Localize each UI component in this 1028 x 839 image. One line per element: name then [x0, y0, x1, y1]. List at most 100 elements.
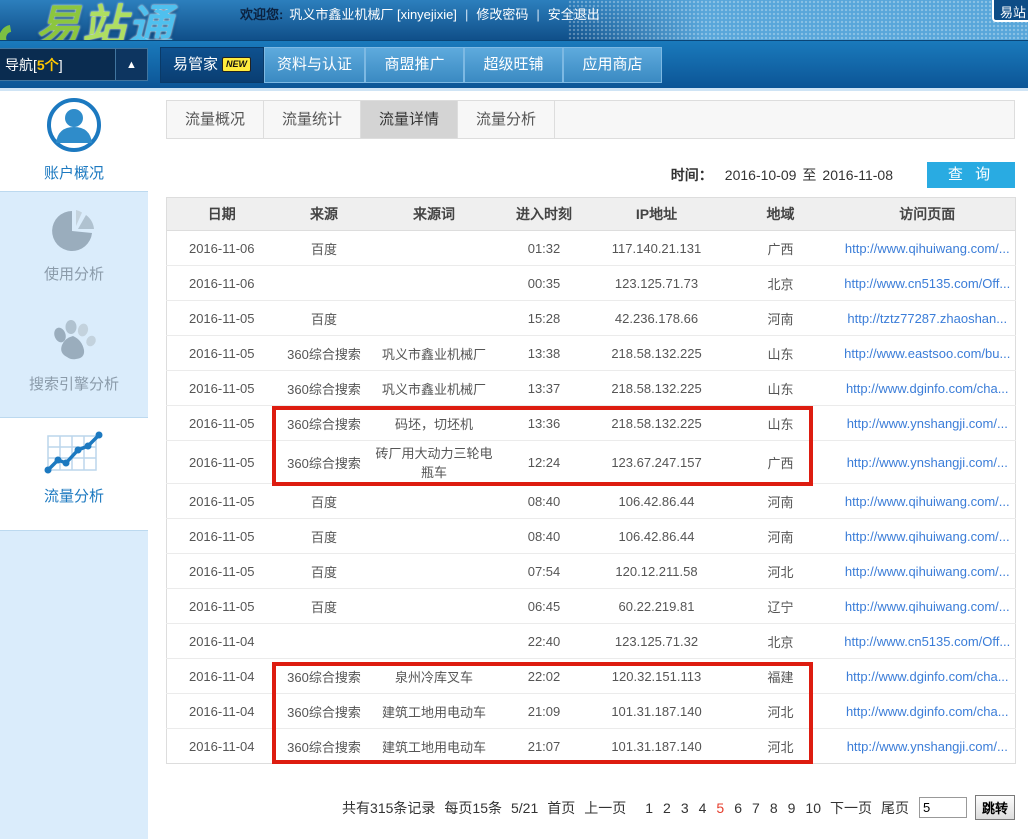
visit-page-link[interactable]: http://www.qihuiwang.com/... — [845, 241, 1010, 256]
tab-traffic-details[interactable]: 流量详情 — [361, 101, 458, 138]
nav-tab[interactable]: 商盟推广 — [365, 47, 464, 83]
divider: | — [536, 7, 539, 22]
table-row: 2016-11-06百度01:32117.140.21.131广西http://… — [167, 231, 1016, 266]
visit-page-link[interactable]: http://www.cn5135.com/Off... — [844, 634, 1010, 649]
paw-icon — [49, 351, 99, 368]
date-filter-row: 时间： 2016-10-09 至 2016-11-08 查 询 — [166, 162, 1015, 188]
column-header-source: 来源 — [277, 198, 372, 231]
new-badge: NEW — [222, 57, 251, 72]
visit-page-link[interactable]: http://tztz77287.zhaoshan... — [847, 311, 1007, 326]
sidebar-item-usage-analysis[interactable]: 使用分析 — [0, 192, 148, 304]
column-header-visited-page: 访问页面 — [840, 198, 1016, 231]
page-number[interactable]: 4 — [699, 800, 707, 816]
sidebar-section: 使用分析 搜索引擎分析 — [0, 191, 148, 418]
table-row: 2016-11-05百度06:4560.22.219.81辽宁http://ww… — [167, 589, 1016, 624]
sidebar-item-traffic-analysis[interactable]: 流量分析 — [0, 418, 148, 530]
first-page-button[interactable]: 首页 — [547, 798, 575, 818]
page-number[interactable]: 7 — [752, 800, 760, 816]
nav-tab[interactable]: 资料与认证 — [264, 47, 365, 83]
visit-page-link[interactable]: http://www.qihuiwang.com/... — [845, 564, 1010, 579]
jump-page-input[interactable] — [919, 797, 967, 818]
sidebar-item-account-overview[interactable]: 账户概况 — [0, 91, 148, 191]
table-row: 2016-11-0422:40123.125.71.32北京http://www… — [167, 624, 1016, 659]
to-date-field[interactable]: 2016-11-08 — [822, 167, 893, 183]
table-row: 2016-11-04360综合搜索泉州冷库叉车22:02120.32.151.1… — [167, 659, 1016, 694]
tab-traffic-statistics[interactable]: 流量统计 — [264, 101, 361, 138]
user-icon — [46, 140, 102, 157]
visit-page-link[interactable]: http://www.dginfo.com/cha... — [846, 704, 1009, 719]
nav-tab-label: 应用商店 — [583, 56, 643, 73]
nav-tab[interactable]: 应用商店 — [563, 47, 662, 83]
visit-page-link[interactable]: http://www.ynshangji.com/... — [847, 739, 1008, 754]
table-row: 2016-11-05百度07:54120.12.211.58河北http://w… — [167, 554, 1016, 589]
page-number[interactable]: 10 — [805, 800, 821, 816]
visit-page-link[interactable]: http://www.eastsoo.com/bu... — [844, 346, 1010, 361]
tab-traffic-analysis[interactable]: 流量分析 — [458, 101, 555, 138]
divider: | — [465, 7, 468, 22]
header-texture — [568, 0, 1028, 40]
table-body: 2016-11-06百度01:32117.140.21.131广西http://… — [167, 231, 1016, 764]
nav-tab[interactable]: 超级旺铺 — [464, 47, 563, 83]
page-number[interactable]: 8 — [770, 800, 778, 816]
logout-link[interactable]: 安全退出 — [548, 7, 600, 22]
column-header-keyword: 来源词 — [372, 198, 497, 231]
visit-page-link[interactable]: http://www.qihuiwang.com/... — [845, 494, 1010, 509]
nav-dropdown[interactable]: 导航[5个] ▲ — [0, 48, 148, 81]
nav-tabs: 易管家 NEW 资料与认证商盟推广 超级旺铺 应用商店 — [160, 47, 662, 83]
column-header-date: 日期 — [167, 198, 277, 231]
nav-tab-label: 超级旺铺 — [484, 56, 544, 73]
nav-tab-label: 易管家 — [173, 56, 218, 73]
page-number[interactable]: 3 — [681, 800, 689, 816]
corner-tab[interactable]: 易站 — [992, 0, 1028, 22]
page-number[interactable]: 9 — [788, 800, 796, 816]
visit-page-link[interactable]: http://www.cn5135.com/Off... — [844, 276, 1010, 291]
column-header-entry-time: 进入时刻 — [497, 198, 592, 231]
jump-button[interactable]: 跳转 — [975, 795, 1015, 820]
prev-page-button[interactable]: 上一页 — [584, 798, 626, 818]
tab-traffic-overview[interactable]: 流量概况 — [167, 101, 264, 138]
sidebar-item-label: 使用分析 — [0, 263, 148, 284]
table-row: 2016-11-05360综合搜索码坯，切坯机13:36218.58.132.2… — [167, 406, 1016, 441]
column-header-ip: IP地址 — [592, 198, 722, 231]
change-password-link[interactable]: 修改密码 — [476, 7, 528, 22]
last-page-button[interactable]: 尾页 — [881, 798, 909, 818]
welcome-user: 巩义市鑫业机械厂 [xinyejixie] — [289, 7, 457, 22]
sidebar-item-label: 流量分析 — [0, 485, 148, 506]
chevron-up-icon[interactable]: ▲ — [115, 49, 147, 80]
table-row: 2016-11-05百度08:40106.42.86.44河南http://ww… — [167, 519, 1016, 554]
table-row: 2016-11-05百度08:40106.42.86.44河南http://ww… — [167, 484, 1016, 519]
next-page-button[interactable]: 下一页 — [830, 798, 872, 818]
per-page-label: 每页15条 — [444, 798, 502, 818]
visit-page-link[interactable]: http://www.dginfo.com/cha... — [846, 669, 1009, 684]
table-row: 2016-11-05百度15:2842.236.178.66河南http://t… — [167, 301, 1016, 336]
sidebar-item-label: 搜索引擎分析 — [0, 373, 148, 394]
page-number[interactable]: 5 — [716, 800, 724, 816]
column-header-region: 地域 — [722, 198, 840, 231]
visit-page-link[interactable]: http://www.ynshangji.com/... — [847, 416, 1008, 431]
visit-page-link[interactable]: http://www.ynshangji.com/... — [847, 455, 1008, 470]
table-header-row: 日期 来源 来源词 进入时刻 IP地址 地域 访问页面 — [167, 198, 1016, 231]
top-header: 易站通 欢迎您:巩义市鑫业机械厂 [xinyejixie]|修改密码|安全退出 … — [0, 0, 1028, 40]
page-number[interactable]: 6 — [734, 800, 742, 816]
main-navbar: 导航[5个] ▲ 易管家 NEW 资料与认证商盟推广 超级旺铺 应用商店 — [0, 40, 1028, 88]
table-row: 2016-11-04360综合搜索建筑工地用电动车21:07101.31.187… — [167, 729, 1016, 764]
visit-page-link[interactable]: http://www.qihuiwang.com/... — [845, 599, 1010, 614]
welcome-bar: 欢迎您:巩义市鑫业机械厂 [xinyejixie]|修改密码|安全退出 — [240, 4, 600, 23]
visit-page-link[interactable]: http://www.dginfo.com/cha... — [846, 381, 1009, 396]
app-logo: 易站通 — [6, 0, 174, 40]
page-number[interactable]: 2 — [663, 800, 671, 816]
from-date-field[interactable]: 2016-10-09 — [725, 167, 797, 183]
page-number[interactable]: 1 — [645, 800, 653, 816]
search-button[interactable]: 查 询 — [927, 162, 1015, 188]
sidebar-item-label: 账户概况 — [0, 162, 148, 183]
nav-tab[interactable]: 易管家 NEW — [160, 47, 264, 83]
nav-dropdown-label: 导航[5个] — [0, 55, 63, 75]
records-summary: 共有315条记录 — [342, 798, 435, 818]
table-row: 2016-11-0600:35123.125.71.73北京http://www… — [167, 266, 1016, 301]
pie-chart-icon — [51, 241, 97, 258]
nav-tab-label: 资料与认证 — [277, 56, 352, 73]
sidebar-empty-section — [0, 530, 148, 839]
sidebar-item-search-engine-analysis[interactable]: 搜索引擎分析 — [0, 304, 148, 402]
visit-page-link[interactable]: http://www.qihuiwang.com/... — [845, 529, 1010, 544]
to-label: 至 — [802, 165, 816, 185]
